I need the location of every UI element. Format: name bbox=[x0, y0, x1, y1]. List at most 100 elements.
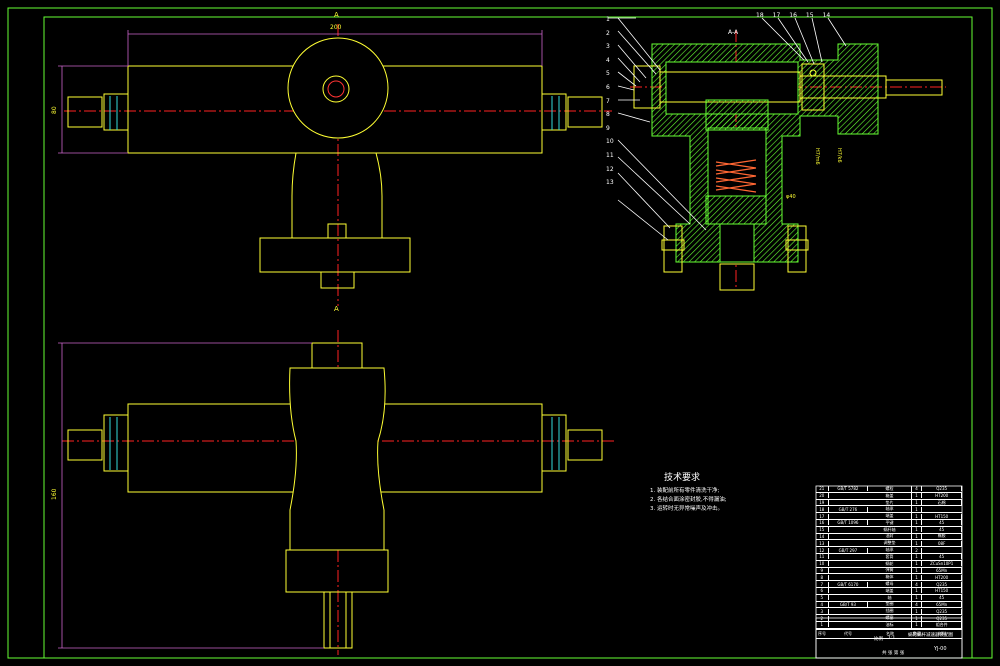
callout-16: 16 bbox=[789, 12, 797, 19]
callout-1: 1 bbox=[606, 16, 610, 23]
tech-requirement-item: 1. 装配前所有零件清洗干净; bbox=[650, 488, 720, 494]
bom-cell: HT150 bbox=[922, 513, 962, 519]
bom-cell: 45 bbox=[922, 520, 962, 526]
drawing-name: 蜗轮蜗杆减速器装配图 bbox=[908, 633, 953, 638]
bom-cell: HT200 bbox=[922, 493, 962, 499]
bom-cell: 15 bbox=[816, 527, 829, 533]
bom-cell: 端盖 bbox=[868, 587, 912, 594]
dim-bottom-height: 160 bbox=[51, 488, 58, 500]
bom-cell: 1 bbox=[912, 574, 923, 580]
bom-rows: 21 GB/T 5782 螺栓 4 Q235 20 箱盖 1 HT200 19 垫片 1 石棉 18 GB/… bbox=[816, 485, 962, 629]
view-mark-top: A bbox=[334, 11, 339, 19]
bom-cell: ZCuSn10P1 bbox=[922, 561, 962, 567]
bom-cell: 蜗轮 bbox=[868, 560, 912, 567]
tech-requirement-item: 2. 各结合面涂密封胶,不得漏油; bbox=[650, 497, 727, 503]
bom-cell: 4 bbox=[912, 581, 923, 587]
callout-8: 8 bbox=[606, 111, 610, 119]
bom-cell: GB/T 5782 bbox=[829, 486, 869, 492]
bom-cell: 14 bbox=[816, 533, 829, 539]
bom-cell: 1 bbox=[912, 506, 923, 512]
bom-cell: 1 bbox=[912, 520, 923, 526]
callout-18: 18 bbox=[756, 12, 764, 19]
dim-top-width: 200 bbox=[330, 24, 342, 31]
bom-cell: 45 bbox=[922, 595, 962, 601]
bom-table: 21 GB/T 5782 螺栓 4 Q235 20 箱盖 1 HT200 19 垫片 1 石棉 18 GB/… bbox=[816, 485, 962, 639]
bom-cell: HT200 bbox=[922, 574, 962, 580]
callout-4: 4 bbox=[606, 56, 610, 64]
callout-14: 14 bbox=[822, 12, 831, 19]
bom-cell: 9 bbox=[816, 567, 829, 573]
bom-cell: 21 bbox=[816, 486, 829, 492]
bom-cell: 7 bbox=[816, 581, 829, 587]
bom-cell: 1 bbox=[912, 554, 923, 560]
bom-cell: 1 bbox=[912, 533, 923, 539]
callout-6: 6 bbox=[606, 83, 610, 91]
bom-cell: 垫片 bbox=[868, 499, 912, 506]
bom-cell: 16 bbox=[816, 520, 829, 526]
bom-cell: 调整垫 bbox=[868, 540, 912, 547]
bom-cell: 45 bbox=[922, 554, 962, 560]
scale-value: 1:1 bbox=[888, 636, 896, 641]
bom-cell: 弹簧 bbox=[868, 567, 912, 574]
bom-cell: 1 bbox=[912, 561, 923, 567]
bom-cell: 套筒 bbox=[868, 553, 912, 560]
bom-cell: GB/T 93 bbox=[829, 601, 869, 607]
bom-cell: 08F bbox=[922, 540, 962, 546]
callout-10: 10 bbox=[606, 138, 614, 146]
bom-cell: HT150 bbox=[922, 588, 962, 594]
bom-cell: 1 bbox=[912, 608, 923, 614]
bom-cell: 11 bbox=[816, 554, 829, 560]
callout-12: 12 bbox=[606, 165, 614, 173]
title-block: 蜗轮蜗杆减速器装配图 YJ-00 比例 1:1 共 张 第 张 bbox=[816, 620, 962, 658]
bom-cell: GB/T 6170 bbox=[829, 581, 869, 587]
scale-label: 比例 bbox=[874, 637, 883, 642]
fit-label-3: φ40 bbox=[786, 194, 796, 200]
bom-cell: 1 bbox=[912, 493, 923, 499]
bom-cell: 油封 bbox=[868, 533, 912, 540]
callout-2: 2 bbox=[606, 29, 610, 37]
fit-label-1: H7/m6 bbox=[814, 148, 820, 165]
front-view bbox=[58, 24, 612, 306]
bom-cell: 1 bbox=[912, 499, 923, 505]
bom-cell: 65Mn bbox=[922, 601, 962, 607]
bom-cell: 轴承 bbox=[868, 547, 912, 554]
bom-cell: 1 bbox=[912, 567, 923, 573]
bom-cell: 箱体 bbox=[868, 574, 912, 581]
callouts-left: 1 2 3 4 5 6 7 8 9 10 11 12 13 bbox=[606, 13, 618, 190]
bom-cell: 45 bbox=[922, 527, 962, 533]
bom-cell: 螺栓 bbox=[868, 485, 912, 492]
bom-cell: 橡胶 bbox=[922, 533, 962, 540]
bom-cell: 65Mn bbox=[922, 567, 962, 573]
bom-cell: 蜗杆轴 bbox=[868, 526, 912, 533]
bom-cell: 平键 bbox=[868, 519, 912, 526]
view-mark-bottom: A bbox=[334, 305, 339, 313]
bom-cell: 19 bbox=[816, 499, 829, 505]
bom-cell: Q235 bbox=[922, 608, 962, 614]
bom-cell: 1 bbox=[912, 540, 923, 546]
bom-cell: 轴承 bbox=[868, 506, 912, 513]
bom-cell: GB/T 276 bbox=[829, 506, 869, 512]
top-view bbox=[58, 330, 616, 655]
bom-cell: 轴 bbox=[868, 594, 912, 601]
bom-cell: Q235 bbox=[922, 486, 962, 492]
tech-requirements: 技术要求 1. 装配前所有零件清洗干净; 2. 各结合面涂密封胶,不得漏油; 3… bbox=[650, 470, 800, 514]
bom-cell: GB/T 297 bbox=[829, 547, 869, 553]
bom-cell: GB/T 1096 bbox=[829, 520, 869, 526]
callout-7: 7 bbox=[606, 97, 610, 105]
bom-cell: 2 bbox=[912, 547, 923, 553]
callouts-top: 18 17 16 15 14 bbox=[756, 12, 830, 19]
bom-cell: 18 bbox=[816, 506, 829, 512]
sheet-label: 共 张 第 张 bbox=[882, 651, 905, 656]
callout-5: 5 bbox=[606, 70, 610, 78]
bom-cell: 1 bbox=[912, 527, 923, 533]
bom-cell: 10 bbox=[816, 561, 829, 567]
bom-cell: 4 bbox=[816, 601, 829, 607]
callout-11: 11 bbox=[606, 151, 614, 159]
callout-15: 15 bbox=[805, 12, 814, 19]
dim-left-height: 80 bbox=[51, 106, 58, 114]
bom-cell: 20 bbox=[816, 493, 829, 499]
tech-requirement-item: 3. 运转时无异常噪声及冲击。 bbox=[650, 506, 723, 512]
bom-cell: 4 bbox=[912, 486, 923, 492]
callout-3: 3 bbox=[606, 43, 610, 51]
bom-cell: 箱盖 bbox=[868, 492, 912, 499]
